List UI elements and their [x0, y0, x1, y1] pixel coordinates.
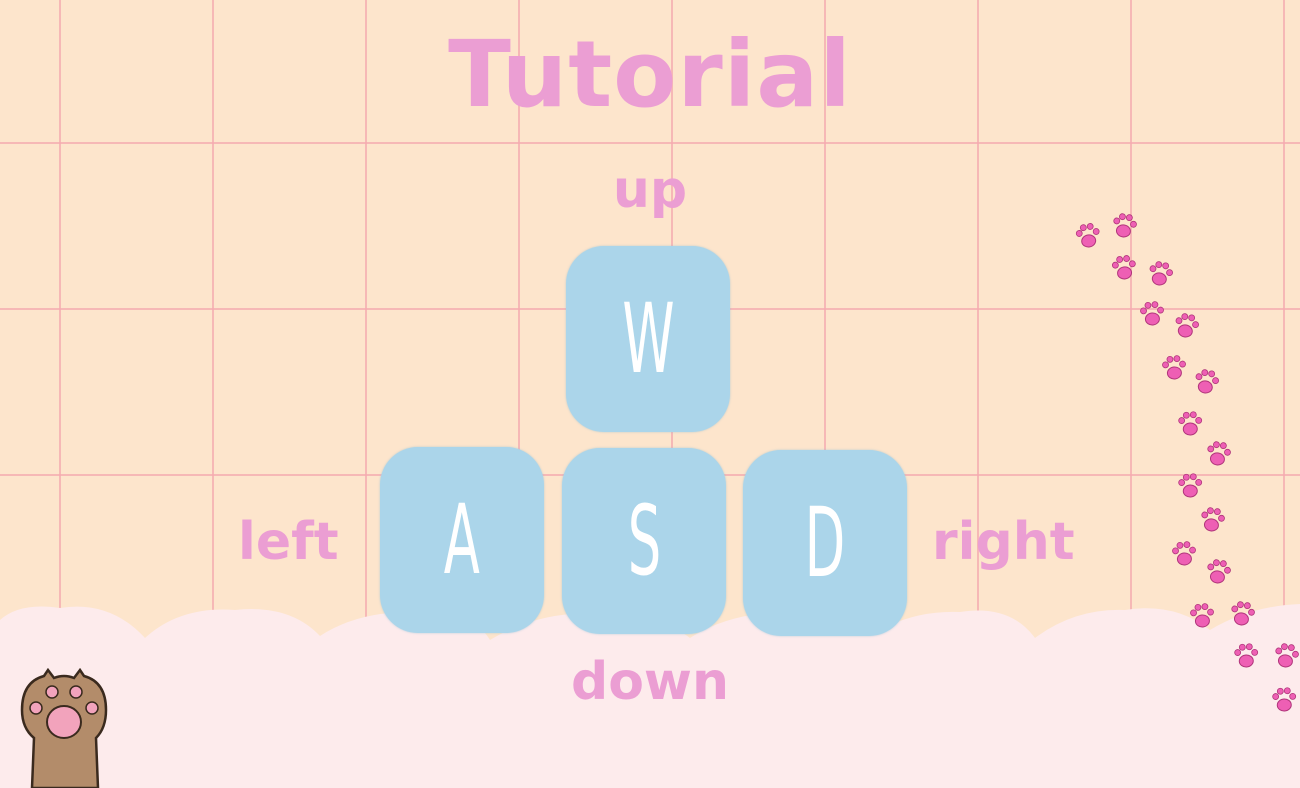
- key-a: A: [380, 447, 544, 633]
- paw-print-icon: [1205, 558, 1233, 586]
- direction-label-down: down: [570, 652, 729, 712]
- paw-print-icon: [1192, 367, 1221, 396]
- direction-label-left: left: [238, 512, 339, 572]
- paw-print-icon: [1205, 440, 1233, 468]
- page-title: Tutorial: [448, 21, 852, 128]
- paw-print-icon: [1171, 540, 1198, 567]
- paw-print-icon: [1189, 602, 1216, 629]
- paw-print-icon: [1177, 410, 1204, 437]
- paw-print-icon: [1172, 311, 1201, 340]
- paw-print-icon: [1233, 642, 1260, 669]
- key-s: S: [562, 448, 726, 634]
- paw-print-icon: [1177, 472, 1204, 499]
- key-w: W: [566, 246, 730, 432]
- cat-paw-icon: [20, 668, 108, 788]
- paw-print-icon: [1146, 259, 1175, 288]
- paw-print-icon: [1074, 221, 1103, 250]
- paw-print-trail: [1074, 212, 1300, 713]
- key-w-letter: W: [621, 283, 675, 395]
- key-s-letter: S: [627, 485, 661, 597]
- key-d-letter: D: [804, 487, 846, 599]
- paw-print-icon: [1161, 354, 1188, 381]
- direction-label-up: up: [612, 160, 688, 220]
- paw-print-icon: [1111, 212, 1139, 240]
- key-d: D: [743, 450, 907, 636]
- paw-print-icon: [1139, 300, 1166, 327]
- key-a-letter: A: [443, 484, 481, 596]
- paw-print-icon: [1229, 600, 1257, 628]
- paw-print-icon: [1199, 506, 1227, 534]
- direction-label-right: right: [932, 512, 1075, 572]
- paw-print-icon: [1110, 253, 1138, 281]
- paw-print-icon: [1271, 686, 1298, 713]
- paw-print-icon: [1273, 642, 1300, 670]
